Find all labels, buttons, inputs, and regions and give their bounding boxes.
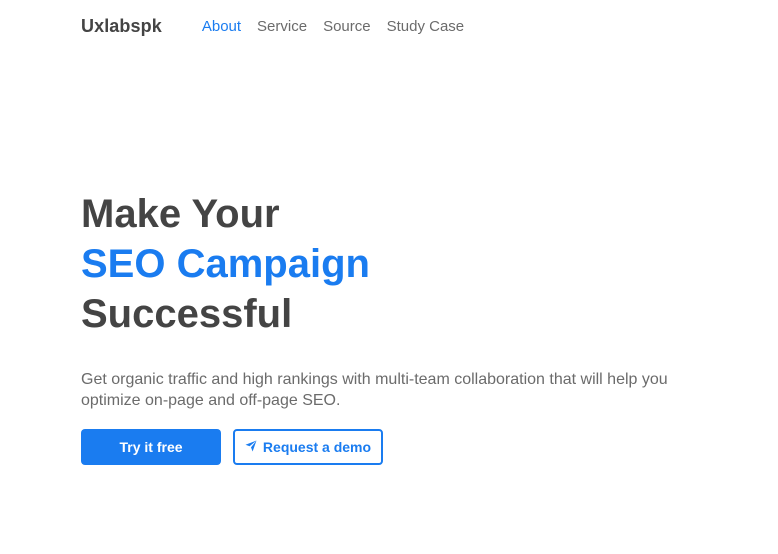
request-demo-label: Request a demo [262,439,372,455]
hero-description: Get organic traffic and high rankings wi… [81,371,668,409]
try-free-button[interactable]: Try it free [81,429,221,465]
hero-actions: Try it free Request a demo [81,429,691,465]
headline-line-3: Successful [81,292,293,336]
nav-link-source[interactable]: Source [323,18,371,35]
hero-section: Make Your SEO Campaign Successful Get or… [81,189,691,465]
request-demo-button[interactable]: Request a demo [233,429,383,465]
try-free-label: Try it free [119,439,183,455]
brand-logo[interactable]: Uxlabspk [81,16,162,37]
headline-line-2-accent: SEO Campaign [81,242,370,286]
nav-link-about[interactable]: About [202,18,241,35]
top-nav: Uxlabspk About Service Source Study Case [81,14,480,38]
nav-link-service[interactable]: Service [257,18,307,35]
headline-line-1: Make Your [81,192,280,236]
paper-plane-icon [245,439,263,455]
hero-headline: Make Your SEO Campaign Successful [81,189,691,339]
nav-link-study-case[interactable]: Study Case [387,18,465,35]
